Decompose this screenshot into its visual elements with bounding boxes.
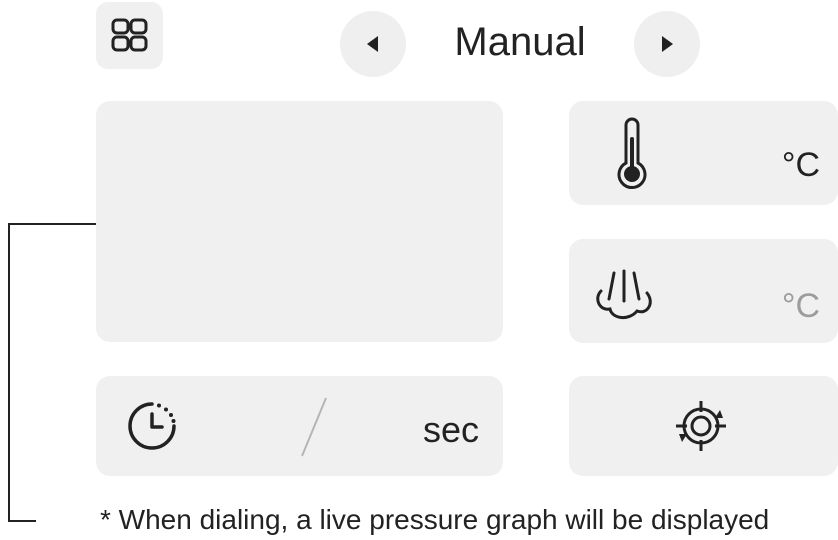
menu-button[interactable] xyxy=(96,2,163,69)
timer-unit: sec xyxy=(422,409,479,450)
purge-target-icon xyxy=(676,401,726,451)
temperature-unit: °C xyxy=(781,146,820,184)
timer-icon xyxy=(128,402,176,450)
divider-slash xyxy=(301,397,327,457)
steam-card[interactable]: °C xyxy=(569,239,838,343)
next-mode-button[interactable] xyxy=(634,11,700,77)
timer-card[interactable]: sec xyxy=(96,376,503,476)
purge-card[interactable] xyxy=(569,376,838,476)
caret-right-icon xyxy=(662,36,673,52)
prev-mode-button[interactable] xyxy=(340,11,406,77)
grid-icon xyxy=(111,18,148,52)
steam-icon xyxy=(596,269,652,319)
pressure-graph-panel xyxy=(96,101,503,342)
caret-left-icon xyxy=(367,36,378,52)
footnote: * When dialing, a live pressure graph wi… xyxy=(100,504,770,535)
mode-title: Manual xyxy=(454,20,586,64)
thermometer-icon xyxy=(617,117,647,190)
steam-unit: °C xyxy=(781,287,820,325)
temperature-card[interactable]: °C xyxy=(569,101,838,205)
